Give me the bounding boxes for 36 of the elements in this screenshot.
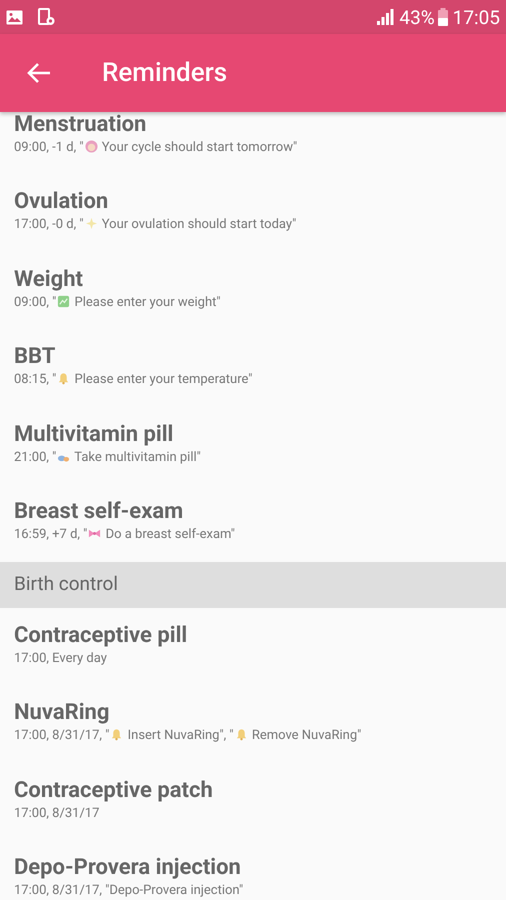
sparkle-icon: [84, 217, 98, 230]
reminder-details: 17:00, -0 d, " Your ovulation should start today": [14, 216, 298, 234]
reminder-title[interactable]: BBT: [14, 343, 492, 371]
reminder-details: 09:00, -1 d, " Your cycle should start tomorrow": [14, 138, 298, 156]
reminder-details: 16:59, +7 d, " Do a breast self-exam": [14, 526, 236, 544]
reminder-title[interactable]: Multivitamin pill: [14, 420, 492, 448]
bell-icon: [110, 728, 124, 741]
reminder-title[interactable]: NuvaRing: [14, 699, 492, 727]
clock: 17:05: [452, 8, 500, 26]
bell-icon: [234, 728, 248, 741]
reminder-title[interactable]: Depo-Provera injection: [14, 854, 492, 882]
screen-title: Reminders: [102, 56, 228, 90]
reminder-title[interactable]: Contraceptive patch: [14, 776, 492, 804]
reminder-details: 17:00, Every day: [14, 650, 108, 668]
reminder-title[interactable]: Breast self-exam: [14, 498, 492, 526]
reminder-title[interactable]: Ovulation: [14, 188, 492, 216]
chart-icon: [57, 294, 70, 308]
battery-icon: [438, 8, 448, 26]
reminder-title[interactable]: Weight: [14, 266, 492, 294]
back-arrow-icon: [27, 62, 51, 84]
image-icon: [6, 10, 23, 24]
reminder-details: 21:00, " Take multivitamin pill": [14, 448, 202, 466]
bow-icon: [88, 527, 102, 540]
section-header: Birth control: [0, 562, 506, 608]
reminder-title[interactable]: Contraceptive pill: [14, 622, 492, 650]
reminder-details: 09:00, " Please enter your weight": [14, 294, 222, 312]
bell-icon: [57, 372, 70, 385]
reminder-details: 17:00, 8/31/17: [14, 804, 100, 822]
signal-icon: [377, 9, 394, 25]
reminder-details: 17:00, 8/31/17, "Depo-Provera injection": [14, 882, 244, 900]
reminder-title[interactable]: Menstruation: [14, 112, 492, 138]
screen-record-icon: [38, 8, 55, 26]
woman-face-icon: [84, 140, 98, 152]
reminder-details: 17:00, 8/31/17, " Insert NuvaRing", " Remove NuvaRing": [14, 727, 362, 745]
reminder-details: 08:15, " Please enter your temperature": [14, 371, 254, 389]
battery-percent: 43%: [399, 8, 435, 26]
